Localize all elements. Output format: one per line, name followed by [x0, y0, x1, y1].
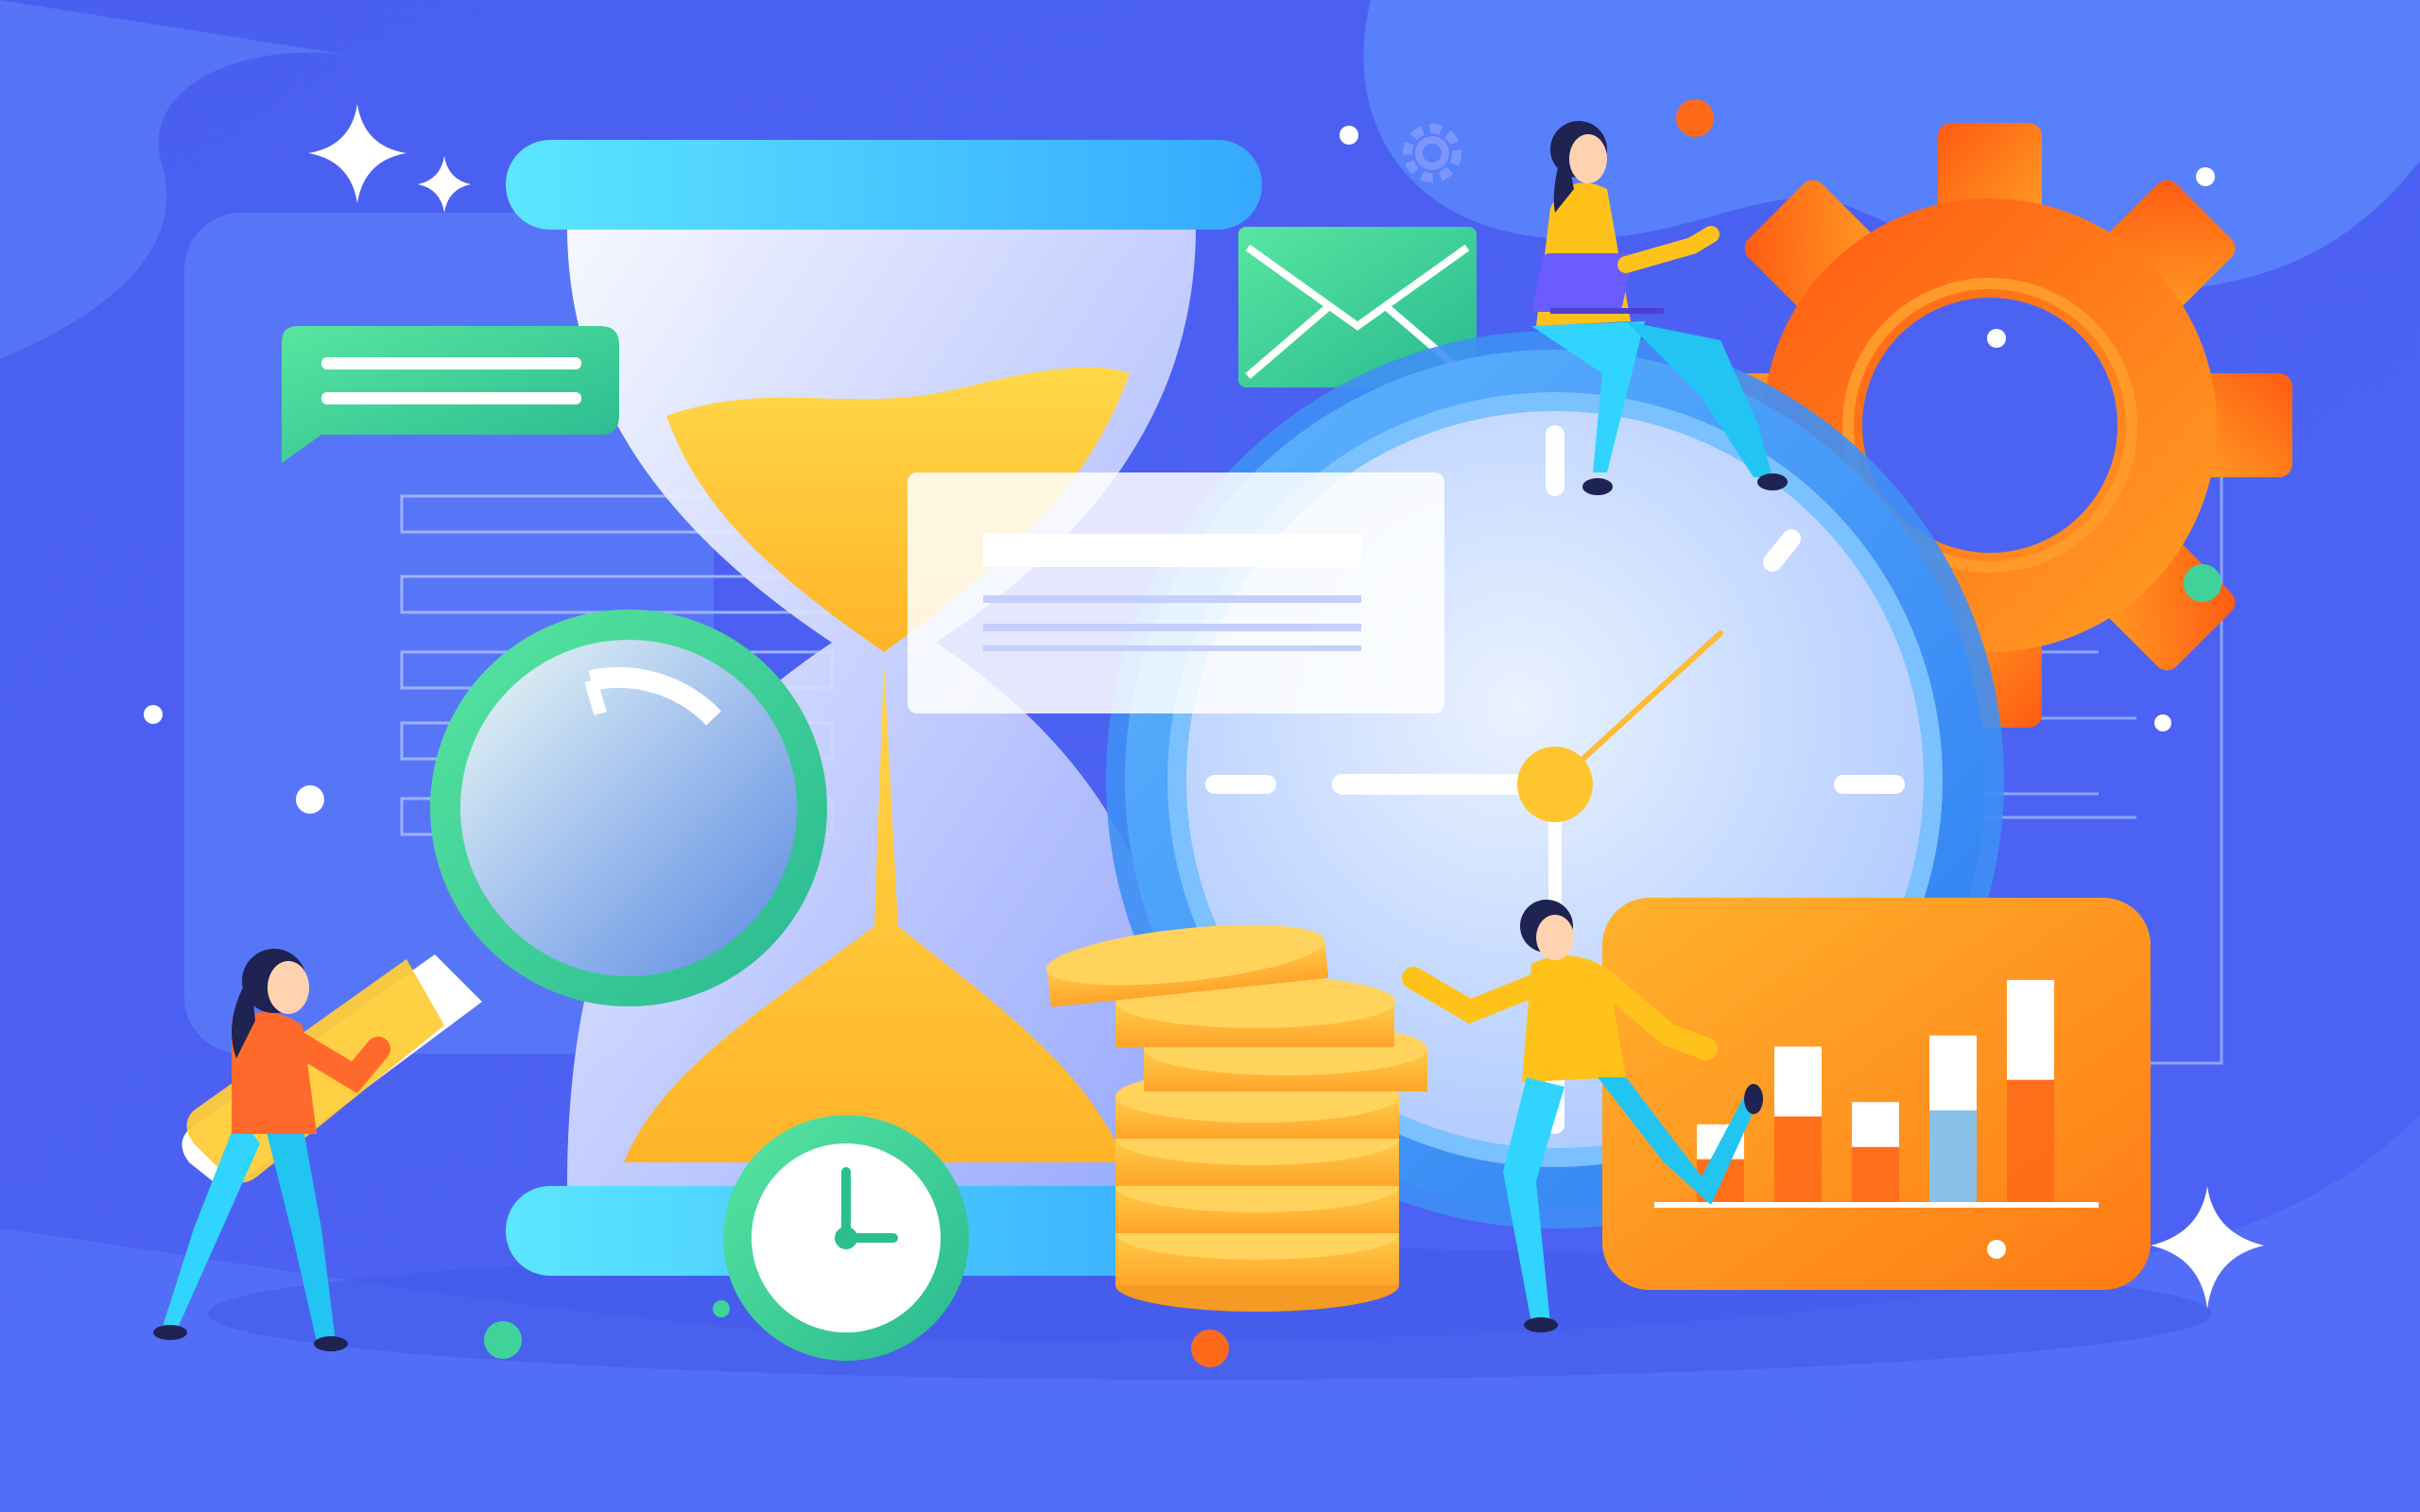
dot-orange [1676, 99, 1714, 137]
dot-green [484, 1321, 522, 1359]
notice-card [908, 472, 1444, 713]
small-clock-icon [723, 1115, 969, 1361]
bar-chart-bar-fill [1852, 1146, 1899, 1202]
bar-chart-bar [1852, 1102, 1899, 1147]
bar-chart-card [1602, 898, 2151, 1290]
bar-chart-bar-fill [1774, 1116, 1822, 1202]
illustration-stage [0, 0, 2420, 1512]
dot-green [713, 1300, 730, 1317]
bar-chart-bar [2007, 980, 2054, 1080]
dot [2196, 167, 2215, 186]
illustration-canvas [0, 0, 2420, 1512]
dot [1340, 126, 1358, 145]
dot [1987, 329, 2006, 348]
dot-orange [1191, 1330, 1229, 1367]
bar-chart-bar [1929, 1035, 1977, 1111]
bar-chart-bar-fill [2007, 1079, 2054, 1202]
dot [2154, 714, 2171, 731]
dot [144, 705, 163, 724]
bar-chart-bar [1774, 1046, 1822, 1117]
dot [296, 785, 324, 814]
bar-chart-bar-fill [1929, 1110, 1977, 1202]
dot-green [2184, 564, 2221, 602]
